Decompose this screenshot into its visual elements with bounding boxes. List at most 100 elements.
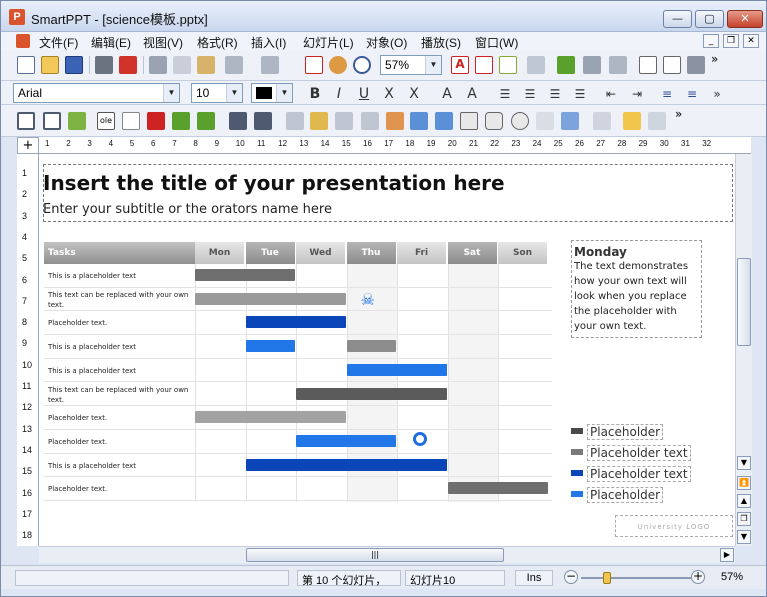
rectangle-tool-icon[interactable] bbox=[460, 112, 478, 130]
zoom-fit-icon[interactable] bbox=[329, 56, 347, 74]
star-shape-icon[interactable] bbox=[623, 112, 641, 130]
gantt-bar[interactable] bbox=[245, 340, 295, 353]
presentation-title[interactable]: Insert the title of your presentation he… bbox=[43, 171, 505, 195]
mdi-close-button[interactable]: ✕ bbox=[743, 34, 759, 48]
prev-slide-icon[interactable]: ▲ bbox=[737, 494, 751, 508]
print-icon[interactable] bbox=[95, 56, 113, 74]
chevron-down-icon[interactable]: ▼ bbox=[425, 56, 441, 74]
task-label[interactable]: Placeholder text. bbox=[48, 437, 193, 447]
bold-icon[interactable]: B bbox=[305, 85, 325, 103]
new-window-icon[interactable]: ❐ bbox=[737, 512, 751, 526]
menu-slide[interactable]: 幻灯片(L) bbox=[303, 34, 354, 51]
maximize-button[interactable]: ▢ bbox=[695, 10, 724, 28]
toolbar-overflow-icon[interactable]: » bbox=[675, 107, 682, 121]
vertical-scroll-thumb[interactable] bbox=[737, 258, 751, 346]
close-button[interactable]: ✕ bbox=[727, 10, 763, 28]
task-label[interactable]: This text can be replaced with your own … bbox=[48, 385, 193, 405]
zoom-out-icon[interactable]: − bbox=[564, 570, 578, 584]
toolbar-overflow-icon[interactable]: » bbox=[707, 85, 727, 103]
zoom-slider[interactable] bbox=[581, 577, 691, 579]
grow-font-icon[interactable]: A bbox=[437, 85, 457, 103]
picture-icon[interactable] bbox=[68, 112, 86, 130]
line-tool-icon[interactable] bbox=[286, 112, 304, 130]
placeholder-icon[interactable] bbox=[648, 112, 666, 130]
task-label[interactable]: This is a placeholder text bbox=[48, 271, 193, 281]
align-right-icon[interactable]: ☰ bbox=[545, 85, 565, 103]
scroll-down-icon[interactable]: ▼ bbox=[737, 456, 751, 470]
gantt-table[interactable]: Tasks Mon Tue Wed Thu Fri Sat Son This is a pla… bbox=[44, 242, 552, 502]
new-file-icon[interactable] bbox=[17, 56, 35, 74]
task-label[interactable]: Placeholder text. bbox=[48, 484, 193, 494]
bullet-list-icon[interactable]: ≡ bbox=[657, 85, 677, 103]
save-icon[interactable] bbox=[65, 56, 83, 74]
strikethrough-icon[interactable]: X bbox=[379, 85, 399, 103]
menu-format[interactable]: 格式(R) bbox=[197, 34, 238, 51]
chevron-down-icon[interactable]: ▼ bbox=[226, 84, 242, 102]
media-frame-icon[interactable] bbox=[254, 112, 272, 130]
ellipse-tool-icon[interactable] bbox=[511, 112, 529, 130]
chart-icon[interactable] bbox=[609, 56, 627, 74]
ole-object-icon[interactable]: ole bbox=[97, 112, 115, 130]
menu-file[interactable]: 文件(F) bbox=[39, 34, 78, 51]
outdent-icon[interactable]: ⇤ bbox=[601, 85, 621, 103]
menu-insert[interactable]: 插入(I) bbox=[251, 34, 286, 51]
gantt-bar[interactable] bbox=[296, 434, 396, 447]
picture-frame-icon[interactable] bbox=[197, 112, 215, 130]
menu-edit[interactable]: 编辑(E) bbox=[91, 34, 131, 51]
gantt-bar[interactable] bbox=[195, 292, 346, 305]
menu-object[interactable]: 对象(O) bbox=[366, 34, 407, 51]
align-center-icon[interactable]: ☰ bbox=[520, 85, 540, 103]
zoom-slider-knob[interactable] bbox=[603, 572, 611, 584]
presentation-subtitle[interactable]: Enter your subtitle or the orators name … bbox=[43, 202, 332, 217]
connector-icon[interactable] bbox=[386, 112, 404, 130]
spell-check-icon[interactable] bbox=[583, 56, 601, 74]
text-frame-icon[interactable] bbox=[147, 112, 165, 130]
task-label[interactable]: This text can be replaced with your own … bbox=[48, 290, 193, 310]
open-folder-icon[interactable] bbox=[41, 56, 59, 74]
horizontal-scroll-thumb[interactable]: ||| bbox=[246, 548, 504, 562]
slide-frame-icon[interactable] bbox=[17, 112, 35, 130]
shapes-icon[interactable] bbox=[536, 112, 554, 130]
copy-icon[interactable] bbox=[173, 56, 191, 74]
gantt-bar[interactable] bbox=[346, 363, 447, 376]
curve-tool-icon[interactable] bbox=[335, 112, 353, 130]
page-setup-icon[interactable] bbox=[663, 56, 681, 74]
gantt-bar[interactable] bbox=[296, 387, 447, 400]
table-icon[interactable] bbox=[43, 112, 61, 130]
curved-connector-icon[interactable] bbox=[435, 112, 453, 130]
indent-icon[interactable]: ⇥ bbox=[627, 85, 647, 103]
gantt-bar[interactable] bbox=[245, 316, 346, 329]
freehand-tool-icon[interactable] bbox=[310, 112, 328, 130]
formula-icon[interactable] bbox=[122, 112, 140, 130]
zoom-select[interactable]: 57% ▼ bbox=[380, 55, 442, 75]
vertical-scrollbar[interactable]: ▼ ⏫ ▲ ❐ ▼ bbox=[735, 154, 752, 546]
rounded-rect-tool-icon[interactable] bbox=[485, 112, 503, 130]
cut-icon[interactable] bbox=[149, 56, 167, 74]
menu-play[interactable]: 播放(S) bbox=[421, 34, 461, 51]
text-box-icon[interactable]: A bbox=[451, 56, 469, 74]
scroll-right-icon[interactable]: ▶ bbox=[720, 548, 734, 562]
zoom-in-icon[interactable]: + bbox=[691, 570, 705, 584]
paragraph-marks-icon[interactable] bbox=[557, 56, 575, 74]
shrink-font-icon[interactable]: A bbox=[462, 85, 482, 103]
chart-frame-icon[interactable] bbox=[172, 112, 190, 130]
pdf-export-icon[interactable] bbox=[119, 56, 137, 74]
list-frame-icon[interactable] bbox=[499, 56, 517, 74]
document-icon[interactable] bbox=[16, 34, 30, 48]
redo-icon[interactable] bbox=[261, 56, 279, 74]
mdi-minimize-button[interactable]: _ bbox=[703, 34, 719, 48]
menu-view[interactable]: 视图(V) bbox=[143, 34, 183, 51]
task-label[interactable]: This is a placeholder text bbox=[48, 461, 193, 471]
toolbar-overflow-icon[interactable]: » bbox=[711, 52, 718, 66]
align-left-icon[interactable]: ☰ bbox=[495, 85, 515, 103]
wordart-icon[interactable] bbox=[561, 112, 579, 130]
arrow-tool-icon[interactable] bbox=[361, 112, 379, 130]
slide-canvas[interactable]: Insert the title of your presentation he… bbox=[39, 154, 735, 546]
paste-icon[interactable] bbox=[197, 56, 215, 74]
next-slide-icon[interactable]: ▼ bbox=[737, 530, 751, 544]
database-icon[interactable] bbox=[687, 56, 705, 74]
ruler-corner[interactable]: + bbox=[17, 137, 39, 154]
object-frame-icon[interactable] bbox=[229, 112, 247, 130]
font-size-select[interactable]: 10 ▼ bbox=[191, 83, 243, 103]
task-label[interactable]: This is a placeholder text bbox=[48, 366, 193, 376]
